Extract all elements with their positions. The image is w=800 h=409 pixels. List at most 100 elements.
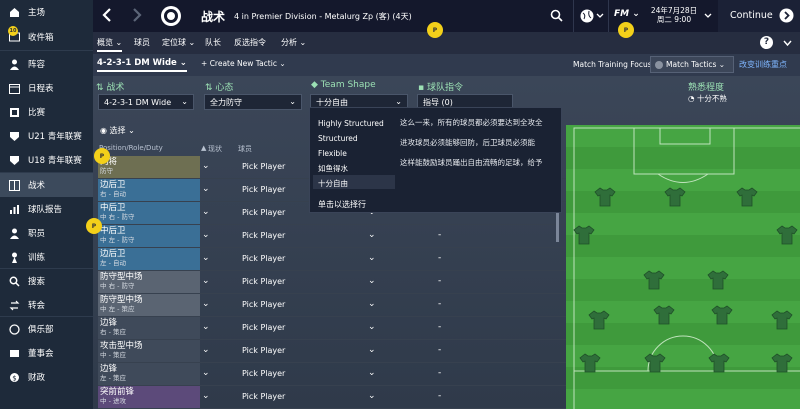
- sidebar-item-training[interactable]: 训练: [0, 245, 93, 269]
- chevron-down-icon[interactable]: ⌄: [202, 299, 210, 309]
- chevron-down-icon[interactable]: ⌄: [368, 368, 376, 378]
- player-shirt-icon[interactable]: [711, 305, 733, 325]
- shape-option-selected[interactable]: 十分自由: [318, 178, 348, 189]
- pick-player[interactable]: Pick Player: [242, 323, 285, 332]
- pick-player[interactable]: Pick Player: [242, 254, 285, 263]
- position-cell[interactable]: 防守型中场中 左 - 策应: [98, 294, 200, 316]
- hint-marker[interactable]: P: [618, 22, 634, 38]
- sidebar-item-board[interactable]: 董事会: [0, 341, 93, 365]
- player-shirt-icon[interactable]: [594, 187, 616, 207]
- formation-selector[interactable]: 4-2-3-1 DM Wide ⌄: [97, 58, 187, 72]
- chevron-down-icon[interactable]: ⌄: [368, 391, 376, 401]
- sidebar-item-tactics[interactable]: 战术: [0, 173, 93, 197]
- help-icon[interactable]: ?: [760, 36, 773, 49]
- table-scrollbar[interactable]: [556, 212, 559, 242]
- player-shirt-icon[interactable]: [771, 310, 793, 330]
- game-date[interactable]: 24年7月28日 周二 9:00: [645, 6, 703, 24]
- player-shirt-icon[interactable]: [588, 310, 610, 330]
- sidebar-item-staff[interactable]: 职员: [0, 221, 93, 245]
- table-row[interactable]: 攻击型中场中 - 策应 ⌄ Pick Player ⌄ -: [98, 340, 638, 363]
- chevron-down-icon[interactable]: ⌄: [368, 276, 376, 286]
- table-row[interactable]: 防守型中场中 右 - 防守 ⌄ Pick Player ⌄ -: [98, 271, 638, 294]
- player-shirt-icon[interactable]: [664, 187, 686, 207]
- sidebar-item-u18[interactable]: U18 青年联赛: [0, 148, 93, 172]
- shape-option[interactable]: 如鱼得水: [318, 163, 348, 174]
- table-row[interactable]: 边后卫左 - 自动 ⌄ Pick Player ⌄ -: [98, 248, 638, 271]
- position-cell[interactable]: 边锋左 - 策应: [98, 363, 200, 385]
- chevron-down-icon[interactable]: ⌄: [202, 391, 210, 401]
- table-row[interactable]: 突前前锋中 - 进攻 ⌄ Pick Player ⌄ -: [98, 386, 638, 409]
- hint-marker[interactable]: P: [86, 218, 102, 234]
- player-shirt-icon[interactable]: [579, 353, 601, 373]
- player-shirt-icon[interactable]: [653, 305, 675, 325]
- chevron-down-icon[interactable]: ⌄: [368, 230, 376, 240]
- sidebar-item-match[interactable]: 比赛: [0, 100, 93, 124]
- player-shirt-icon[interactable]: [736, 187, 758, 207]
- position-cell[interactable]: 边后卫左 - 自动: [98, 248, 200, 270]
- date-chevron-icon[interactable]: [704, 12, 712, 22]
- match-tactics-toggle[interactable]: Match Tactics ⌄: [650, 56, 734, 73]
- chevron-down-icon[interactable]: ⌄: [202, 276, 210, 286]
- forward-button[interactable]: [131, 7, 143, 26]
- table-row[interactable]: 边锋右 - 策应 ⌄ Pick Player ⌄ -: [98, 317, 638, 340]
- pick-player[interactable]: Pick Player: [242, 162, 285, 171]
- continue-button[interactable]: Continue: [718, 0, 800, 32]
- chevron-down-icon[interactable]: ⌄: [368, 322, 376, 332]
- create-new-tactic-button[interactable]: + Create New Tactic ⌄: [201, 59, 286, 68]
- sidebar-item-transfers[interactable]: 转会: [0, 293, 93, 317]
- select-button[interactable]: ◉ 选择 ⌄: [100, 125, 135, 136]
- sidebar-item-schedule[interactable]: 日程表: [0, 76, 93, 100]
- position-cell[interactable]: 边锋右 - 策应: [98, 317, 200, 339]
- change-training-focus-link[interactable]: 改变训练重点: [739, 59, 787, 70]
- tab-set-pieces[interactable]: 定位球 ⌄: [162, 37, 195, 48]
- sidebar-item-home[interactable]: 主场: [0, 0, 93, 24]
- pick-player[interactable]: Pick Player: [242, 231, 285, 240]
- shape-option[interactable]: Highly Structured: [318, 119, 384, 128]
- sidebar-item-team-report[interactable]: 球队报告: [0, 197, 93, 221]
- back-button[interactable]: [101, 7, 113, 26]
- sidebar-item-search[interactable]: 搜索: [0, 269, 93, 293]
- tactics-pitch[interactable]: [566, 125, 800, 409]
- fm-menu-button[interactable]: FM ⌄: [614, 9, 640, 19]
- pick-player[interactable]: Pick Player: [242, 346, 285, 355]
- tab-players[interactable]: 球员: [134, 37, 150, 48]
- chevron-down-icon[interactable]: ⌄: [368, 345, 376, 355]
- tab-captains[interactable]: 队长: [205, 37, 221, 48]
- mentality-dropdown[interactable]: 全力防守 ⌄: [204, 94, 302, 110]
- player-shirt-icon[interactable]: [644, 353, 666, 373]
- pick-player[interactable]: Pick Player: [242, 185, 285, 194]
- globe-icon[interactable]: [580, 8, 604, 27]
- chevron-down-icon[interactable]: ⌄: [202, 184, 210, 194]
- position-cell[interactable]: 攻击型中场中 - 策应: [98, 340, 200, 362]
- tab-opposition-instructions[interactable]: 反选指令: [234, 37, 266, 48]
- player-shirt-icon[interactable]: [708, 353, 730, 373]
- col-status[interactable]: 现状: [208, 144, 222, 154]
- col-player[interactable]: 球员: [238, 144, 252, 154]
- chevron-down-icon[interactable]: ⌄: [368, 253, 376, 263]
- position-cell[interactable]: 门将 防守: [98, 156, 200, 178]
- chevron-down-icon[interactable]: ⌄: [202, 207, 210, 217]
- pick-player[interactable]: Pick Player: [242, 369, 285, 378]
- player-shirt-icon[interactable]: [573, 225, 595, 245]
- sidebar-item-club[interactable]: 俱乐部: [0, 317, 93, 341]
- table-row[interactable]: 边锋左 - 策应 ⌄ Pick Player ⌄ -: [98, 363, 638, 386]
- position-cell[interactable]: 边后卫右 - 自动: [98, 179, 200, 201]
- club-crest-icon[interactable]: [160, 5, 182, 30]
- chevron-down-icon[interactable]: ⌄: [368, 299, 376, 309]
- pick-player[interactable]: Pick Player: [242, 392, 285, 401]
- pick-player[interactable]: Pick Player: [242, 300, 285, 309]
- chevron-down-icon[interactable]: ⌄: [202, 368, 210, 378]
- chevron-down-icon[interactable]: ⌄: [202, 253, 210, 263]
- position-cell[interactable]: 防守型中场中 右 - 防守: [98, 271, 200, 293]
- tactic-dropdown[interactable]: 4-2-3-1 DM Wide ⌄: [98, 94, 194, 110]
- hint-marker[interactable]: P: [94, 148, 110, 164]
- shape-option[interactable]: Structured: [318, 134, 358, 143]
- player-shirt-icon[interactable]: [707, 270, 729, 290]
- settings-menu-icon[interactable]: [783, 36, 792, 53]
- player-shirt-icon[interactable]: [771, 353, 793, 373]
- player-shirt-icon[interactable]: [643, 270, 665, 290]
- table-row[interactable]: 防守型中场中 左 - 策应 ⌄ Pick Player ⌄ -: [98, 294, 638, 317]
- chevron-down-icon[interactable]: ⌄: [202, 161, 210, 171]
- chevron-down-icon[interactable]: ⌄: [202, 230, 210, 240]
- pick-player[interactable]: Pick Player: [242, 208, 285, 217]
